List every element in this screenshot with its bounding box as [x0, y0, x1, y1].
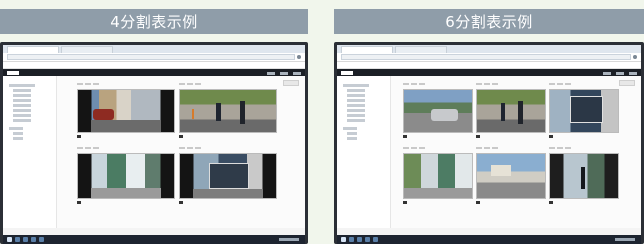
app-content [3, 76, 305, 228]
taskbar-clock [615, 238, 635, 241]
taskbar-app-icon[interactable] [39, 237, 44, 242]
header-link[interactable] [616, 71, 624, 75]
address-bar[interactable] [3, 53, 305, 62]
browser-tabs [3, 45, 305, 53]
panel-title: 4分割表示例 [0, 9, 308, 34]
monitor-screenshot [0, 42, 308, 244]
tree-item[interactable] [13, 104, 31, 107]
browser-menu-icon[interactable] [297, 55, 301, 59]
camera-view[interactable] [403, 80, 473, 138]
panel-6-split: 6分割表示例 [334, 0, 644, 244]
taskbar-clock [279, 238, 299, 241]
tree-item[interactable] [9, 127, 23, 130]
monitor-screenshot [334, 42, 644, 244]
tree-item[interactable] [347, 94, 365, 97]
layout-button[interactable] [619, 80, 635, 86]
tree-item[interactable] [347, 99, 365, 102]
camera-tree-sidebar [3, 76, 57, 228]
tree-item[interactable] [13, 109, 31, 112]
tree-item[interactable] [347, 104, 365, 107]
browser-tab[interactable] [395, 46, 447, 53]
tree-item[interactable] [347, 114, 365, 117]
taskbar-app-icon[interactable] [349, 237, 354, 242]
camera-view[interactable] [77, 80, 175, 138]
layout-button[interactable] [283, 80, 299, 86]
bookmark-bar [337, 62, 641, 69]
taskbar-app-icon[interactable] [357, 237, 362, 242]
taskbar-app-icon[interactable] [373, 237, 378, 242]
tree-item[interactable] [347, 89, 365, 92]
camera-view[interactable] [403, 144, 473, 204]
camera-view[interactable] [476, 144, 546, 204]
address-bar[interactable] [337, 53, 641, 62]
panel-title: 6分割表示例 [334, 9, 644, 34]
header-link[interactable] [603, 71, 611, 75]
browser-tabs [337, 45, 641, 53]
browser-window [3, 45, 305, 235]
tree-item[interactable] [13, 99, 31, 102]
browser-tab[interactable] [7, 46, 59, 53]
taskbar-app-icon[interactable] [31, 237, 36, 242]
camera-view[interactable] [476, 80, 546, 138]
app-logo [341, 71, 353, 75]
tree-item[interactable] [347, 109, 365, 112]
tree-item[interactable] [13, 119, 31, 122]
tree-item[interactable] [13, 94, 31, 97]
tree-item[interactable] [13, 114, 31, 117]
header-link[interactable] [629, 71, 637, 75]
header-link[interactable] [280, 71, 288, 75]
taskbar-app-icon[interactable] [15, 237, 20, 242]
tree-item[interactable] [13, 89, 31, 92]
os-taskbar [337, 235, 641, 244]
browser-menu-icon[interactable] [633, 55, 637, 59]
tree-item[interactable] [9, 84, 35, 87]
camera-view[interactable] [77, 144, 175, 204]
header-link[interactable] [293, 71, 301, 75]
app-logo [7, 71, 19, 75]
tree-item[interactable] [13, 137, 23, 140]
url-field[interactable] [7, 54, 295, 60]
start-icon[interactable] [7, 237, 12, 242]
start-icon[interactable] [341, 237, 346, 242]
tree-item[interactable] [343, 84, 369, 87]
header-link[interactable] [267, 71, 275, 75]
tree-item[interactable] [13, 132, 23, 135]
url-field[interactable] [341, 54, 631, 60]
tree-item[interactable] [347, 119, 365, 122]
browser-tab[interactable] [341, 46, 393, 53]
taskbar-app-icon[interactable] [23, 237, 28, 242]
camera-view[interactable] [549, 144, 619, 204]
os-taskbar [3, 235, 305, 244]
browser-window [337, 45, 641, 235]
camera-view[interactable] [179, 80, 277, 138]
app-content [337, 76, 641, 228]
camera-view[interactable] [549, 80, 619, 138]
tree-item[interactable] [343, 127, 357, 130]
panel-4-split: 4分割表示例 [0, 0, 308, 244]
camera-grid [395, 76, 641, 228]
bookmark-bar [3, 62, 305, 69]
camera-tree-sidebar [337, 76, 391, 228]
browser-tab[interactable] [61, 46, 113, 53]
taskbar-app-icon[interactable] [365, 237, 370, 242]
tree-item[interactable] [347, 132, 357, 135]
tree-item[interactable] [347, 137, 357, 140]
camera-view[interactable] [179, 144, 277, 204]
camera-grid [61, 76, 305, 228]
